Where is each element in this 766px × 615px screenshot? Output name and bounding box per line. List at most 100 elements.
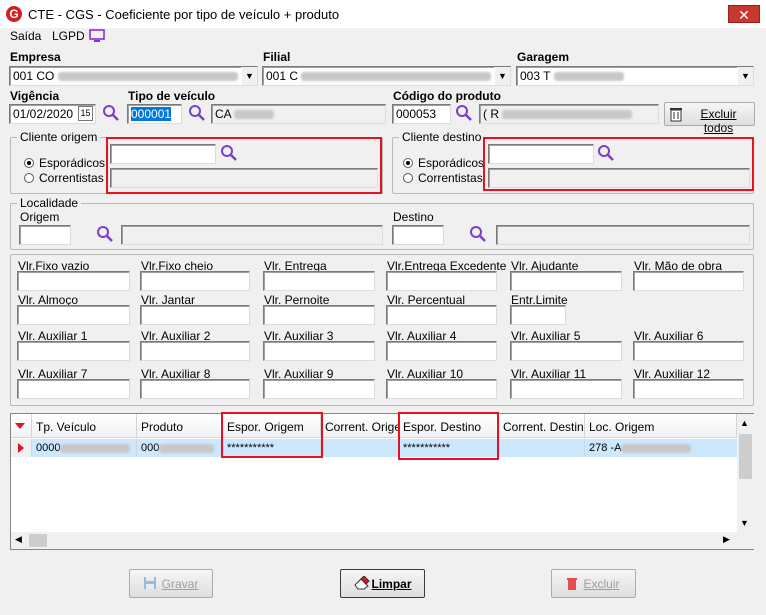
vlr-auxiliar-8-input[interactable] <box>140 379 250 399</box>
vertical-scrollbar[interactable]: ▲ ▼ <box>737 414 754 549</box>
destino-label: Destino <box>393 210 434 224</box>
vlr-auxiliar-5-input[interactable] <box>510 341 622 361</box>
filial-label: Filial <box>263 50 291 64</box>
sort-arrow-icon[interactable] <box>11 414 32 438</box>
menu-bar: Saída LGPD <box>0 28 766 46</box>
limpar-button[interactable]: Limpar <box>340 569 425 598</box>
vlr-entrega-excedente-input[interactable] <box>386 271 497 291</box>
table-row[interactable]: 0000 000 *********** *********** 278 -A <box>11 439 737 457</box>
scroll-down-icon[interactable]: ▼ <box>740 518 749 528</box>
garagem-select[interactable]: 003 T ▼ <box>516 66 754 86</box>
destino-description <box>496 225 750 245</box>
cliente-destino-esporadicos-radio[interactable] <box>403 158 413 168</box>
vlr-entrega-input[interactable] <box>263 271 375 291</box>
vlr-auxiliar-3-input[interactable] <box>263 341 375 361</box>
vlr-auxiliar-6-input[interactable] <box>633 341 744 361</box>
close-button[interactable]: ✕ <box>728 5 760 23</box>
codigo-produto-label: Código do produto <box>393 89 501 103</box>
vlr-percentual-input[interactable] <box>386 305 497 325</box>
search-icon[interactable] <box>469 225 487 243</box>
trash-icon <box>566 576 578 594</box>
col-loc-origem[interactable]: Loc. Origem <box>585 414 737 438</box>
cliente-origem-correntistas-label: Correntistas <box>39 171 104 185</box>
col-produto[interactable]: Produto <box>137 414 223 438</box>
calendar-icon[interactable]: 15 <box>78 106 93 121</box>
cliente-destino-correntistas-label: Correntistas <box>418 171 483 185</box>
vlr-pernoite-input[interactable] <box>263 305 375 325</box>
menu-saida[interactable]: Saída <box>10 29 41 43</box>
cliente-origem-correntistas-radio[interactable] <box>24 173 34 183</box>
vlr-mao-de-obra-input[interactable] <box>633 271 744 291</box>
cliente-origem-esporadicos-radio[interactable] <box>24 158 34 168</box>
cliente-destino-correntistas-radio[interactable] <box>403 173 413 183</box>
produto-description: ( R <box>479 104 659 124</box>
col-corrent-origem[interactable]: Corrent. Origem <box>321 414 399 438</box>
col-corrent-destino[interactable]: Corrent. Destino <box>499 414 585 438</box>
vlr-auxiliar-9-input[interactable] <box>263 379 375 399</box>
highlight-box <box>221 412 323 458</box>
save-icon <box>143 576 157 593</box>
tipo-veiculo-code-input[interactable]: 000001 <box>127 104 182 124</box>
window-title: CTE - CGS - Coeficiente por tipo de veíc… <box>28 7 340 22</box>
vlr-auxiliar-1-input[interactable] <box>17 341 130 361</box>
monitor-icon[interactable] <box>89 29 105 46</box>
cliente-destino-title: Cliente destino <box>399 130 485 144</box>
horizontal-scrollbar[interactable]: ◀ ▶ <box>11 532 737 549</box>
highlight-box <box>398 412 499 460</box>
vlr-almoco-input[interactable] <box>17 305 130 325</box>
search-icon[interactable] <box>455 104 473 122</box>
trash-icon <box>669 106 683 125</box>
filial-select[interactable]: 001 C ▼ <box>262 66 511 86</box>
vlr-auxiliar-11-input[interactable] <box>510 379 622 399</box>
chevron-down-icon[interactable]: ▼ <box>737 67 753 85</box>
highlight-box <box>106 137 382 194</box>
codigo-produto-input[interactable]: 000053 <box>392 104 451 124</box>
cell-tp-veiculo[interactable]: 0000 <box>32 439 137 457</box>
vlr-auxiliar-2-input[interactable] <box>140 341 250 361</box>
vlr-auxiliar-10-input[interactable] <box>386 379 497 399</box>
destino-code-input[interactable] <box>392 225 444 245</box>
vlr-jantar-input[interactable] <box>140 305 250 325</box>
search-icon[interactable] <box>102 104 120 122</box>
tipo-veiculo-description: CA <box>211 104 386 124</box>
title-bar: G CTE - CGS - Coeficiente por tipo de ve… <box>0 0 766 30</box>
eraser-icon <box>354 575 370 593</box>
garagem-label: Garagem <box>517 50 570 64</box>
origem-code-input[interactable] <box>19 225 71 245</box>
col-tp-veiculo[interactable]: Tp. Veículo <box>32 414 137 438</box>
scrollbar-thumb[interactable] <box>739 434 752 479</box>
vlr-auxiliar-12-input[interactable] <box>633 379 744 399</box>
scrollbar-thumb[interactable] <box>29 534 47 547</box>
vlr-fixo-cheio-input[interactable] <box>140 271 250 291</box>
cliente-origem-title: Cliente origem <box>17 130 101 144</box>
scroll-left-icon[interactable]: ◀ <box>15 534 22 545</box>
chevron-down-icon[interactable]: ▼ <box>494 67 510 85</box>
scroll-right-icon[interactable]: ▶ <box>723 534 730 545</box>
vlr-ajudante-input[interactable] <box>510 271 622 291</box>
vlr-auxiliar-7-input[interactable] <box>17 379 130 399</box>
menu-lgpd[interactable]: LGPD <box>52 29 85 43</box>
scroll-up-icon[interactable]: ▲ <box>740 418 749 428</box>
search-icon[interactable] <box>188 104 206 122</box>
chevron-down-icon[interactable]: ▼ <box>241 67 257 85</box>
cell-corrent-destino[interactable] <box>499 439 585 457</box>
entr-limite-input[interactable] <box>510 305 566 325</box>
vlr-fixo-vazio-input[interactable] <box>17 271 130 291</box>
empresa-select[interactable]: 001 CO ▼ <box>9 66 258 86</box>
origem-description <box>121 225 383 245</box>
vigencia-label: Vigência <box>10 89 60 103</box>
cliente-destino-esporadicos-label: Esporádicos <box>418 156 485 170</box>
highlight-box <box>483 137 754 191</box>
data-grid[interactable]: Tp. Veículo Produto Espor. Origem Corren… <box>10 413 754 550</box>
gravar-button[interactable]: Gravar <box>129 569 213 598</box>
search-icon[interactable] <box>96 225 114 243</box>
excluir-button[interactable]: Excluir <box>551 569 636 598</box>
excluir-todos-button[interactable]: Excluir todos <box>664 102 755 135</box>
vlr-auxiliar-4-input[interactable] <box>386 341 497 361</box>
cell-produto[interactable]: 000 <box>137 439 223 457</box>
app-logo-icon: G <box>6 6 22 22</box>
empresa-label: Empresa <box>10 50 61 64</box>
cell-loc-origem[interactable]: 278 -A <box>585 439 737 457</box>
cell-corrent-origem[interactable] <box>321 439 399 457</box>
tipo-veiculo-label: Tipo de veículo <box>128 89 216 103</box>
